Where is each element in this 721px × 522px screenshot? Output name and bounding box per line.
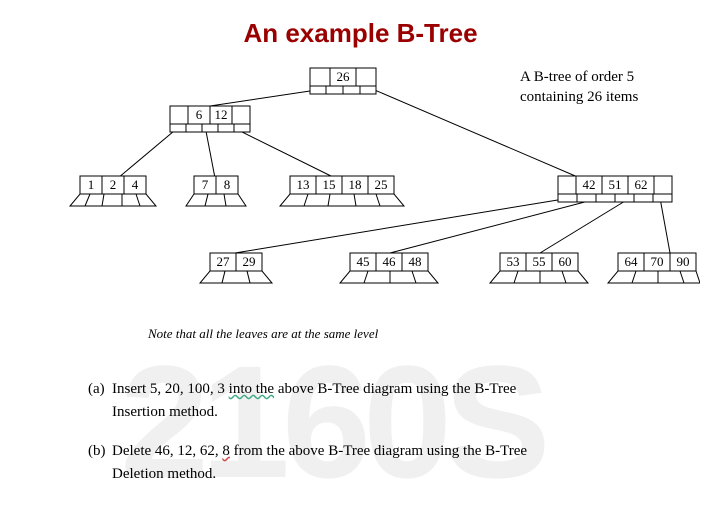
node-42-51-62: 42 51 62	[558, 176, 672, 202]
svg-text:51: 51	[609, 177, 622, 192]
svg-text:26: 26	[337, 69, 351, 84]
svg-text:13: 13	[297, 177, 310, 192]
question-b-label: (b)	[88, 440, 106, 463]
svg-text:6: 6	[196, 107, 203, 122]
svg-text:4: 4	[132, 177, 139, 192]
svg-text:48: 48	[409, 254, 422, 269]
leaf-53-55-60: 53 55 60	[490, 253, 588, 283]
svg-text:64: 64	[625, 254, 639, 269]
svg-text:42: 42	[583, 177, 596, 192]
question-a-label: (a)	[88, 378, 105, 401]
question-b: (b) Delete 46, 12, 62, 8 from the above …	[112, 440, 527, 485]
svg-text:62: 62	[635, 177, 648, 192]
qb-text-3: Deletion method.	[112, 466, 216, 482]
svg-text:45: 45	[357, 254, 370, 269]
svg-text:90: 90	[677, 254, 690, 269]
svg-text:53: 53	[507, 254, 520, 269]
svg-text:70: 70	[651, 254, 664, 269]
qa-underline: into the	[229, 381, 274, 397]
page-title: An example B-Tree	[0, 0, 721, 49]
qb-underline: 8	[222, 443, 230, 459]
svg-text:55: 55	[533, 254, 546, 269]
svg-text:7: 7	[202, 177, 209, 192]
svg-text:15: 15	[323, 177, 336, 192]
svg-text:46: 46	[383, 254, 397, 269]
svg-text:8: 8	[224, 177, 231, 192]
leaf-7-8: 78	[186, 176, 246, 206]
btree-diagram: 26 6 12 42 51 62 124 78 13151825 27	[60, 58, 700, 318]
svg-text:27: 27	[217, 254, 231, 269]
question-a: (a) Insert 5, 20, 100, 3 into the above …	[112, 378, 516, 423]
svg-text:1: 1	[88, 177, 95, 192]
node-root: 26	[310, 68, 376, 94]
svg-text:25: 25	[375, 177, 388, 192]
leaf-13-15-18-25: 13 15 18 25	[280, 176, 404, 206]
note-same-level: Note that all the leaves are at the same…	[148, 326, 378, 342]
svg-text:12: 12	[215, 107, 228, 122]
qb-text-2: from the above B-Tree diagram using the …	[230, 443, 527, 459]
node-6-12: 6 12	[170, 106, 250, 132]
leaf-1-2-4: 124	[70, 176, 156, 206]
svg-text:18: 18	[349, 177, 362, 192]
leaf-64-70-90: 64 70 90	[608, 253, 700, 283]
qb-text-1: Delete 46, 12, 62,	[112, 443, 222, 459]
leaf-45-46-48: 45 46 48	[340, 253, 438, 283]
qa-text-2: above B-Tree diagram using the B-Tree	[274, 381, 516, 397]
qa-text-1: Insert 5, 20, 100, 3	[112, 381, 229, 397]
qa-text-3: Insertion method.	[112, 404, 218, 420]
leaf-27-29: 27 29	[200, 253, 272, 283]
svg-text:2: 2	[110, 177, 117, 192]
svg-text:60: 60	[559, 254, 572, 269]
svg-text:29: 29	[243, 254, 256, 269]
